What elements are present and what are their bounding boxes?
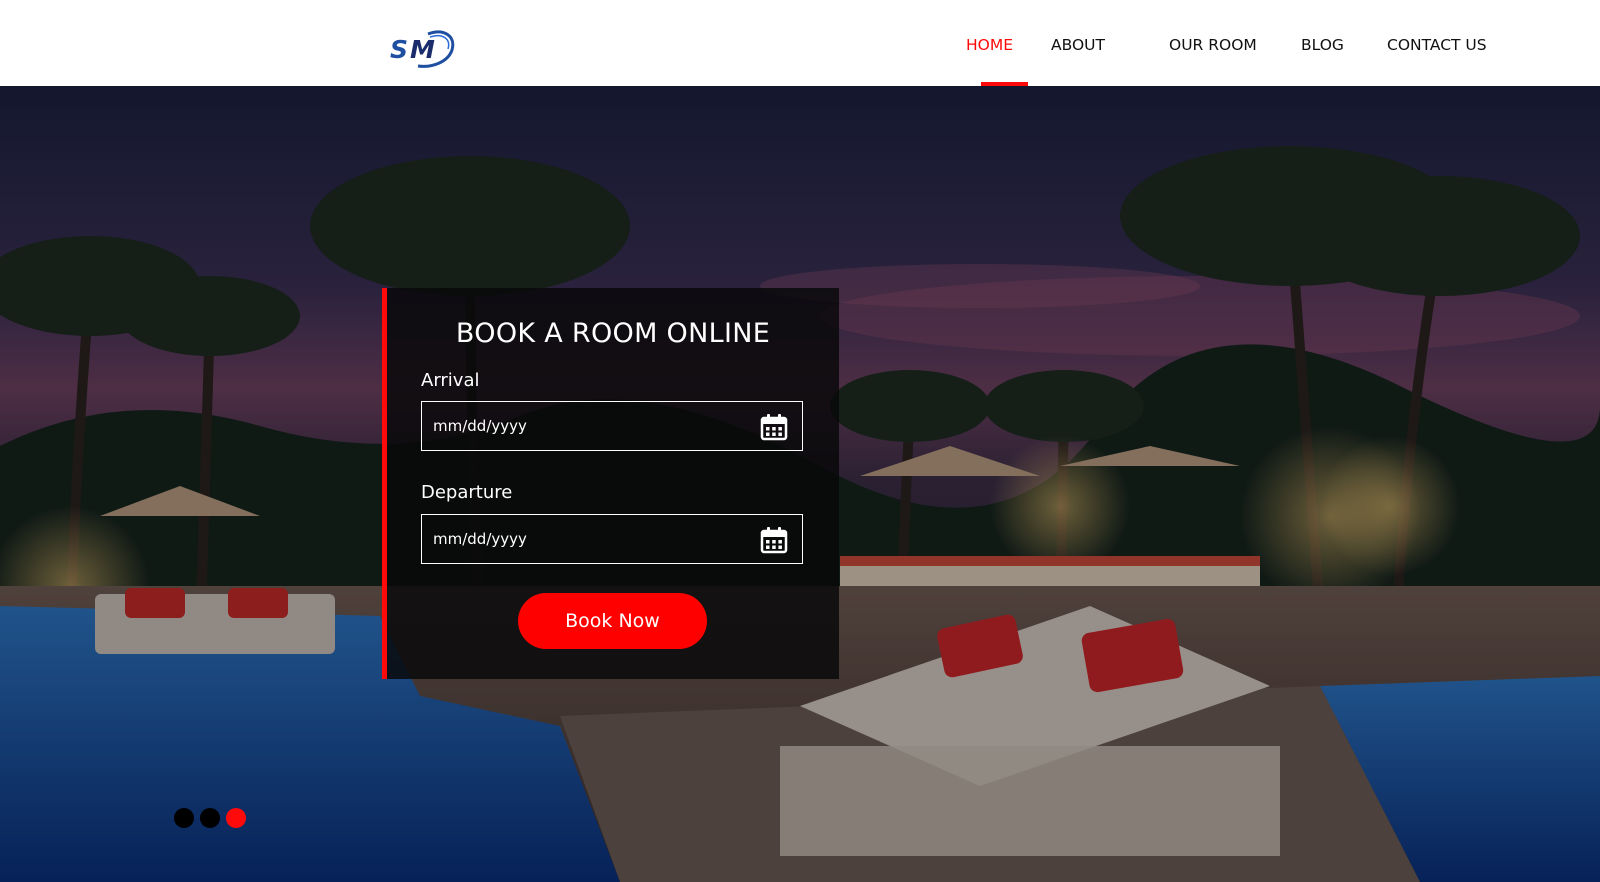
slider-dot-1[interactable] <box>174 808 194 828</box>
departure-date-value: mm/dd/yyyy <box>433 530 527 548</box>
nav-home[interactable]: HOME <box>966 36 1013 54</box>
booking-panel: BOOK A ROOM ONLINE Arrival mm/dd/yyyy De… <box>382 288 839 679</box>
svg-text:S: S <box>390 35 408 64</box>
calendar-icon[interactable] <box>759 525 789 555</box>
sm-logo[interactable]: S M <box>388 28 458 70</box>
svg-text:M: M <box>410 35 435 64</box>
calendar-icon[interactable] <box>759 412 789 442</box>
book-now-button[interactable]: Book Now <box>518 593 707 649</box>
site-header: S M HOME ABOUT OUR ROOM BLOG CONTACT US <box>0 0 1600 86</box>
arrival-date-input[interactable]: mm/dd/yyyy <box>421 401 803 451</box>
departure-date-input[interactable]: mm/dd/yyyy <box>421 514 803 564</box>
booking-title: BOOK A ROOM ONLINE <box>455 318 771 349</box>
hero-slider: BOOK A ROOM ONLINE Arrival mm/dd/yyyy De… <box>0 86 1600 882</box>
departure-label: Departure <box>421 482 513 503</box>
nav-blog[interactable]: BLOG <box>1301 36 1344 54</box>
slider-dot-2[interactable] <box>200 808 220 828</box>
nav-active-indicator <box>981 82 1028 86</box>
arrival-label: Arrival <box>421 370 480 391</box>
nav-contact-us[interactable]: CONTACT US <box>1387 36 1487 54</box>
nav-our-room[interactable]: OUR ROOM <box>1169 36 1257 54</box>
slider-dot-3-active[interactable] <box>226 808 246 828</box>
arrival-date-value: mm/dd/yyyy <box>433 417 527 435</box>
nav-about[interactable]: ABOUT <box>1051 36 1105 54</box>
